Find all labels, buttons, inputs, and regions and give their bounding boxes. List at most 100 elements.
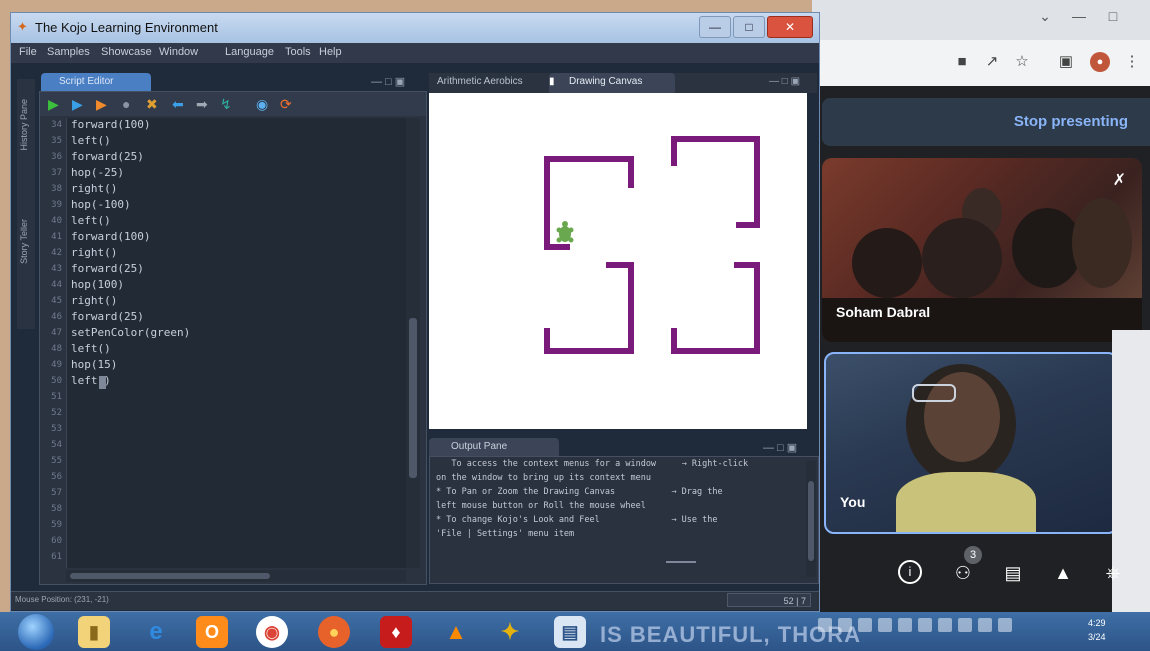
vlc-icon[interactable]: ▲	[440, 616, 472, 648]
tab-output-pane[interactable]: Output Pane	[429, 438, 559, 456]
tab-drawing-canvas[interactable]: Drawing Canvas	[569, 76, 642, 87]
info-icon[interactable]: i	[898, 560, 922, 584]
kojo-window: ✦ The Kojo Learning Environment — □ ✕ File…	[10, 12, 820, 612]
office-icon[interactable]: O	[196, 616, 228, 648]
code-line: forward(100)	[71, 118, 151, 131]
shield-icon[interactable]: ⎈	[1100, 560, 1126, 586]
side-tab-story-teller[interactable]: Story Teller	[19, 219, 33, 264]
maximize-icon[interactable]: □	[1098, 6, 1128, 26]
run-icon[interactable]: ▶	[48, 96, 59, 112]
camera-icon[interactable]: ■	[952, 52, 972, 72]
stop-icon[interactable]: ●	[122, 96, 130, 112]
star-icon[interactable]: ☆	[1012, 52, 1032, 72]
tab-arithmetic-aerobics[interactable]: Arithmetic Aerobics	[437, 76, 523, 87]
bracket-top-right	[671, 136, 760, 228]
editor-vertical-scrollbar[interactable]	[406, 118, 420, 568]
self-tile[interactable]: You	[824, 352, 1118, 534]
activities-icon[interactable]: ▲	[1050, 560, 1076, 586]
menu-window[interactable]: Window	[159, 46, 198, 58]
avatar[interactable]: ●	[1090, 52, 1110, 72]
code-line: right()	[71, 246, 118, 259]
minimize-button[interactable]: —	[699, 16, 731, 38]
kebab-menu-icon[interactable]: ⋮	[1122, 52, 1142, 72]
menu-showcase[interactable]: Showcase	[101, 46, 152, 58]
chevron-down-icon[interactable]: ⌄	[1030, 6, 1060, 26]
tray-icon[interactable]	[878, 618, 892, 632]
tray-icon[interactable]	[998, 618, 1012, 632]
output-line: * To Pan or Zoom the Drawing Canvas → Dr…	[436, 487, 723, 497]
scrollbar-thumb[interactable]	[808, 481, 814, 561]
tray-icon[interactable]	[858, 618, 872, 632]
tray-icon[interactable]	[958, 618, 972, 632]
editor-horizontal-scrollbar[interactable]	[66, 570, 406, 582]
code-line: setPenColor(green)	[71, 326, 191, 339]
menu-language[interactable]: Language	[225, 46, 274, 58]
close-button[interactable]: ✕	[767, 16, 813, 38]
tray-icon[interactable]	[818, 618, 832, 632]
menu-tools[interactable]: Tools	[285, 46, 311, 58]
chrome-icon[interactable]: ◉	[256, 616, 288, 648]
tray-icon[interactable]	[978, 618, 992, 632]
clock[interactable]: 4:29 3/24	[1088, 616, 1128, 644]
scrollbar-thumb[interactable]	[409, 318, 417, 478]
code-line: right()	[71, 182, 118, 195]
menu-help[interactable]: Help	[319, 46, 342, 58]
code-line: left()	[71, 134, 111, 147]
chat-icon[interactable]: ▤	[1000, 560, 1026, 586]
scrollbar-thumb[interactable]	[70, 573, 270, 579]
output-scrollbar[interactable]	[806, 461, 816, 577]
bracket-bottom-right	[671, 262, 760, 354]
trace-icon[interactable]: ▶	[96, 96, 107, 112]
explorer-icon[interactable]: ▮	[78, 616, 110, 648]
code-editor[interactable]: forward(100) left() forward(25) hop(-25)…	[66, 118, 407, 568]
output-line: To access the context menus for a window…	[436, 459, 749, 469]
start-button[interactable]	[18, 614, 54, 650]
drawing-canvas[interactable]	[429, 93, 807, 429]
app-icon[interactable]: ▤	[554, 616, 586, 648]
run-worksheet-icon[interactable]: ▶	[72, 96, 83, 112]
minimize-icon[interactable]: —	[1064, 6, 1094, 26]
script-editor: ▶ ▶ ▶ ● ✖ ⬅ ➡ ↯ ◉ ⟳ 34 35 36 37 38 39 40…	[39, 91, 427, 585]
tray-icon[interactable]	[838, 618, 852, 632]
side-tab-history[interactable]: History Pane	[19, 99, 33, 151]
code-line: hop(15)	[71, 358, 118, 371]
output-line: on the window to bring up its context me…	[436, 473, 651, 483]
code-line: forward(25)	[71, 262, 144, 275]
participant-tile[interactable]: ✗ Soham Dabral	[822, 158, 1142, 342]
ie-icon[interactable]: e	[140, 616, 172, 648]
titlebar: ✦ The Kojo Learning Environment — □ ✕	[11, 13, 819, 43]
browser-toolbar: ■ ↗ ☆ ▣ ● ⋮	[812, 40, 1150, 86]
firefox-icon[interactable]: ●	[318, 616, 350, 648]
sidebar-icon[interactable]: ▣	[1056, 52, 1076, 72]
participant-name: You	[840, 494, 866, 510]
tray-icon[interactable]	[918, 618, 932, 632]
output-pane-controls[interactable]: — □ ▣	[763, 441, 797, 454]
tray-icon[interactable]	[938, 618, 952, 632]
tab-script-editor[interactable]: Script Editor	[41, 73, 151, 91]
refresh-icon[interactable]: ⟳	[280, 96, 292, 112]
menu-file[interactable]: File	[19, 46, 37, 58]
canvas-pane-controls[interactable]: — □ ▣	[769, 76, 800, 87]
divider	[666, 561, 696, 563]
code-line: right()	[71, 294, 118, 307]
code-line: hop(100)	[71, 278, 124, 291]
clear-icon[interactable]: ✖	[146, 96, 158, 112]
output-line: * To change Kojo's Look and Feel → Use t…	[436, 515, 718, 525]
format-icon[interactable]: ↯	[220, 96, 232, 112]
tray-icon[interactable]	[898, 618, 912, 632]
menu-samples[interactable]: Samples	[47, 46, 90, 58]
output-pane[interactable]: To access the context menus for a window…	[429, 456, 819, 584]
stop-presenting-button[interactable]: Stop presenting	[1014, 113, 1128, 130]
clock-date: 3/24	[1088, 632, 1106, 642]
turtle-icon	[556, 221, 574, 243]
editor-pane-controls[interactable]: — □ ▣	[371, 75, 405, 88]
clear-output-icon[interactable]: ◉	[256, 96, 268, 112]
kojo-taskbar-icon[interactable]: ✦	[494, 616, 526, 648]
share-icon[interactable]: ↗	[982, 52, 1002, 72]
window-controls: — □ ✕	[697, 16, 813, 38]
undo-icon[interactable]: ⬅	[172, 96, 184, 112]
pdf-icon[interactable]: ♦	[380, 616, 412, 648]
maximize-button[interactable]: □	[733, 16, 765, 38]
cursor-position: 52 | 7	[727, 593, 811, 607]
redo-icon[interactable]: ➡	[196, 96, 208, 112]
